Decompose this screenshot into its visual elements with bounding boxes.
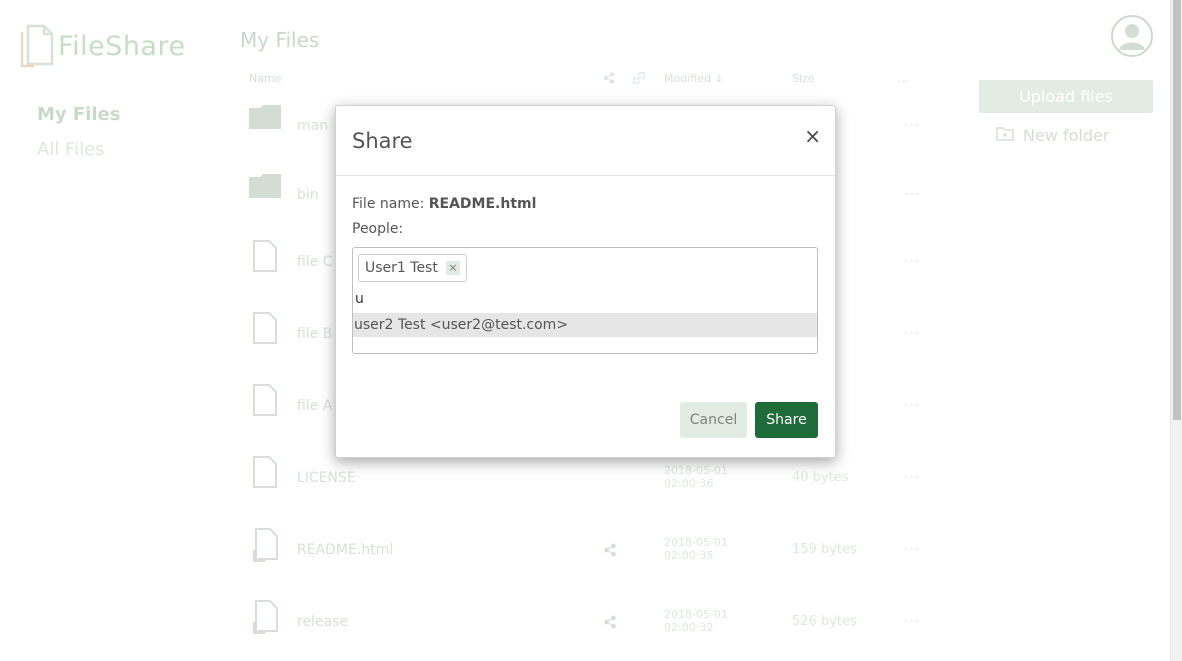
table-row[interactable]: release 2018-05-01 02:00:32 526 bytes ... <box>248 600 928 660</box>
row-size: 40 bytes <box>792 470 849 485</box>
row-more-button[interactable]: ... <box>904 114 920 130</box>
dialog-header: Share × <box>336 106 835 176</box>
row-size: 526 bytes <box>792 614 857 629</box>
close-icon[interactable]: × <box>804 124 821 148</box>
column-header-modified[interactable]: Modified ↓ <box>664 72 724 85</box>
link-header-icon <box>632 71 646 87</box>
folder-icon <box>248 104 282 134</box>
row-size: 159 bytes <box>792 542 857 557</box>
people-search-input[interactable] <box>355 291 795 307</box>
row-modified-time: 02:00:32 <box>664 621 714 634</box>
shared-file-icon <box>253 528 279 566</box>
row-name[interactable]: bin <box>297 187 319 203</box>
row-modified: 2018-05-01 02:00:36 <box>664 464 728 490</box>
row-more-button[interactable]: ... <box>904 538 920 554</box>
app-logo: FileShare <box>20 24 186 68</box>
folder-icon <box>248 173 282 203</box>
sidebar-item-all-files[interactable]: All Files <box>37 139 120 160</box>
new-folder-label: New folder <box>1023 126 1110 145</box>
row-more-button[interactable]: ... <box>904 250 920 266</box>
new-folder-icon <box>996 126 1014 145</box>
people-label: People: <box>352 221 404 237</box>
share-dialog: Share × File name: README.html People: U… <box>335 105 836 458</box>
file-icon <box>253 240 277 276</box>
file-icon <box>253 384 277 420</box>
row-modified-date: 2018-05-01 <box>664 608 728 621</box>
app-name: FileShare <box>58 30 186 62</box>
dialog-title: Share <box>352 129 413 153</box>
cancel-button[interactable]: Cancel <box>680 402 747 438</box>
share-header-icon <box>603 72 615 87</box>
suggestion-label: user2 Test <user2@test.com> <box>354 317 569 333</box>
row-more-button[interactable]: ... <box>904 466 920 482</box>
fileshare-logo-icon <box>20 24 54 68</box>
row-name[interactable]: man <box>297 118 328 134</box>
page-scrollbar[interactable] <box>1170 0 1182 661</box>
row-modified: 2018-05-01 02:00:32 <box>664 608 728 634</box>
shared-file-icon <box>253 600 279 638</box>
share-icon[interactable] <box>603 542 617 561</box>
row-name[interactable]: README.html <box>297 542 393 558</box>
file-name-row: File name: README.html <box>352 196 536 212</box>
row-more-button[interactable]: ... <box>904 394 920 410</box>
person-tag-label: User1 Test <box>365 260 438 276</box>
row-name[interactable]: file A <box>297 398 332 414</box>
person-tag: User1 Test × <box>358 254 467 282</box>
people-input-box[interactable]: User1 Test × user2 Test <user2@test.com> <box>352 247 818 354</box>
row-name[interactable]: LICENSE <box>297 470 356 486</box>
column-header-size[interactable]: Size <box>792 72 815 85</box>
file-icon <box>253 312 277 348</box>
file-name-value: README.html <box>428 196 537 212</box>
row-name[interactable]: file B <box>297 326 332 342</box>
table-row[interactable]: README.html 2018-05-01 02:00:35 159 bytes… <box>248 528 928 588</box>
page-title: My Files <box>240 28 320 52</box>
row-more-button[interactable]: ... <box>904 183 920 199</box>
table-row[interactable]: LICENSE 2018-05-01 02:00:36 40 bytes ... <box>248 456 928 516</box>
sidebar-item-my-files[interactable]: My Files <box>37 104 120 125</box>
user-avatar-icon[interactable] <box>1111 15 1153 57</box>
suggestion-item[interactable]: user2 Test <user2@test.com> <box>353 313 817 337</box>
row-more-button[interactable]: ... <box>904 610 920 626</box>
row-modified-time: 02:00:36 <box>664 477 714 490</box>
new-folder-button[interactable]: New folder <box>996 126 1109 145</box>
row-name[interactable]: release <box>297 614 348 630</box>
scrollbar-thumb[interactable] <box>1173 0 1181 420</box>
row-modified: 2018-05-01 02:00:35 <box>664 536 728 562</box>
column-header-more: ... <box>898 72 909 85</box>
row-modified-time: 02:00:35 <box>664 549 714 562</box>
file-name-label: File name: <box>352 196 425 212</box>
row-modified-date: 2018-05-01 <box>664 464 728 477</box>
file-icon <box>253 456 277 492</box>
row-modified-date: 2018-05-01 <box>664 536 728 549</box>
row-name[interactable]: file C <box>297 254 333 270</box>
sidebar-nav: My Files All Files <box>37 104 120 174</box>
column-header-name[interactable]: Name <box>249 72 281 85</box>
remove-tag-icon[interactable]: × <box>445 261 460 275</box>
row-more-button[interactable]: ... <box>904 322 920 338</box>
share-icon[interactable] <box>603 614 617 633</box>
upload-files-button[interactable]: Upload files <box>979 80 1153 113</box>
share-button[interactable]: Share <box>755 402 818 438</box>
